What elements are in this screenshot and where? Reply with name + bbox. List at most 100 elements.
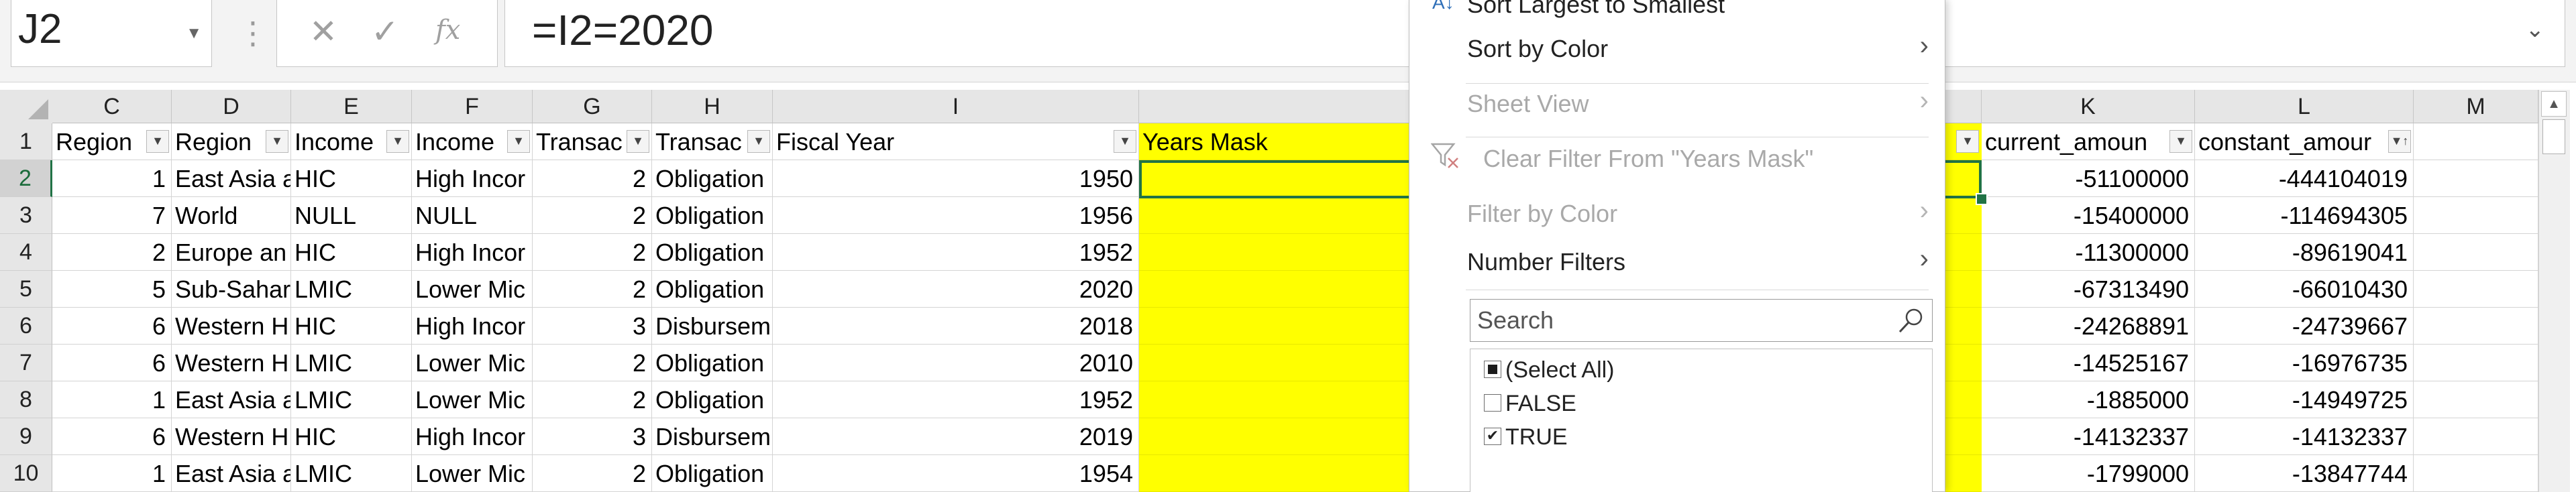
row-header-6[interactable]: 6	[0, 308, 52, 345]
row-header-1[interactable]: 1	[0, 123, 52, 160]
select-all-button[interactable]	[0, 90, 53, 124]
cell-l7[interactable]: -16976735	[2195, 345, 2414, 381]
column-header-m[interactable]: M	[2414, 90, 2538, 123]
cell-d3[interactable]: World	[172, 197, 291, 234]
column-header-g[interactable]: G	[533, 90, 652, 123]
filter-dropdown-icon[interactable]: ▼	[1114, 130, 1136, 153]
cell-h6[interactable]: Disbursem	[652, 308, 773, 345]
cell-i2[interactable]: 1950	[773, 160, 1139, 197]
cell-c7[interactable]: 6	[52, 345, 172, 381]
cell-d6[interactable]: Western H	[172, 308, 291, 345]
cell-h9[interactable]: Disbursem	[652, 418, 773, 455]
cancel-icon[interactable]: ✕	[309, 12, 337, 51]
cell-f5[interactable]: Lower Mic	[412, 271, 533, 308]
cell-k2[interactable]: -51100000	[1982, 160, 2195, 197]
cell-e4[interactable]: HIC	[291, 234, 412, 271]
cell-i4[interactable]: 1952	[773, 234, 1139, 271]
cell-m10[interactable]	[2414, 455, 2538, 492]
row-header-7[interactable]: 7	[0, 345, 52, 381]
cell-h3[interactable]: Obligation	[652, 197, 773, 234]
column-header-l[interactable]: L	[2195, 90, 2414, 123]
cell-e2[interactable]: HIC	[291, 160, 412, 197]
cell-g7[interactable]: 2	[533, 345, 652, 381]
cell-e8[interactable]: LMIC	[291, 381, 412, 418]
cell-i8[interactable]: 1952	[773, 381, 1139, 418]
cell-h2[interactable]: Obligation	[652, 160, 773, 197]
cell-l8[interactable]: -14949725	[2195, 381, 2414, 418]
cell-e10[interactable]: LMIC	[291, 455, 412, 492]
header-cell-d[interactable]: Region ▼	[172, 123, 291, 160]
cell-d4[interactable]: Europe an	[172, 234, 291, 271]
cell-g9[interactable]: 3	[533, 418, 652, 455]
column-header-e[interactable]: E	[291, 90, 412, 123]
cell-c2[interactable]: 1	[52, 160, 172, 197]
menu-sort-by-color[interactable]: Sort by Color	[1467, 35, 1608, 63]
cell-g8[interactable]: 2	[533, 381, 652, 418]
filter-dropdown-icon[interactable]: ▼	[1956, 130, 1979, 153]
cell-f7[interactable]: Lower Mic	[412, 345, 533, 381]
filter-dropdown-icon[interactable]: ▼	[386, 130, 409, 153]
menu-clear-filter[interactable]: Clear Filter From "Years Mask"	[1483, 145, 1813, 173]
cell-h7[interactable]: Obligation	[652, 345, 773, 381]
filter-dropdown-icon[interactable]: ▼	[266, 130, 288, 153]
column-header-k[interactable]: K	[1982, 90, 2195, 123]
cell-g10[interactable]: 2	[533, 455, 652, 492]
cell-c5[interactable]: 5	[52, 271, 172, 308]
column-header-c[interactable]: C	[52, 90, 172, 123]
cell-l5[interactable]: -66010430	[2195, 271, 2414, 308]
cell-m5[interactable]	[2414, 271, 2538, 308]
enter-icon[interactable]: ✓	[371, 12, 399, 51]
menu-sheet-view[interactable]: Sheet View	[1467, 90, 1589, 118]
cell-g3[interactable]: 2	[533, 197, 652, 234]
cell-e9[interactable]: HIC	[291, 418, 412, 455]
row-header-5[interactable]: 5	[0, 271, 52, 308]
cell-d10[interactable]: East Asia a	[172, 455, 291, 492]
header-cell-g[interactable]: Transac ▼	[533, 123, 652, 160]
checkbox-select-all[interactable]	[1484, 361, 1501, 379]
empty-cell[interactable]	[2414, 123, 2538, 160]
filter-dropdown-icon[interactable]: ▼	[2169, 130, 2192, 153]
cell-m8[interactable]	[2414, 381, 2538, 418]
filter-dropdown-icon[interactable]: ▼	[507, 130, 530, 153]
cell-d5[interactable]: Sub-Sahar	[172, 271, 291, 308]
cell-c10[interactable]: 1	[52, 455, 172, 492]
cell-g4[interactable]: 2	[533, 234, 652, 271]
menu-number-filters[interactable]: Number Filters	[1467, 248, 1625, 276]
cell-i10[interactable]: 1954	[773, 455, 1139, 492]
scroll-up-icon[interactable]: ▲	[2541, 91, 2567, 117]
column-header-i[interactable]: I	[773, 90, 1139, 123]
cell-l9[interactable]: -14132337	[2195, 418, 2414, 455]
cell-k6[interactable]: -24268891	[1982, 308, 2195, 345]
name-box[interactable]: J2 ▼	[11, 0, 212, 67]
cell-f4[interactable]: High Incor	[412, 234, 533, 271]
cell-i9[interactable]: 2019	[773, 418, 1139, 455]
cell-f3[interactable]: NULL	[412, 197, 533, 234]
cell-l3[interactable]: -114694305	[2195, 197, 2414, 234]
sort-filter-icon[interactable]: ▼↑	[2388, 130, 2411, 153]
cell-c4[interactable]: 2	[52, 234, 172, 271]
filter-dropdown-icon[interactable]: ▼	[747, 130, 770, 153]
cell-i6[interactable]: 2018	[773, 308, 1139, 345]
cell-f8[interactable]: Lower Mic	[412, 381, 533, 418]
checkbox-true[interactable]: ✔	[1484, 428, 1501, 446]
row-header-8[interactable]: 8	[0, 381, 52, 418]
cell-h10[interactable]: Obligation	[652, 455, 773, 492]
insert-function-icon[interactable]: fx	[435, 15, 460, 46]
cell-k9[interactable]: -14132337	[1982, 418, 2195, 455]
row-header-4[interactable]: 4	[0, 234, 52, 271]
cell-l10[interactable]: -13847744	[2195, 455, 2414, 492]
cell-d2[interactable]: East Asia a	[172, 160, 291, 197]
menu-filter-by-color[interactable]: Filter by Color	[1467, 200, 1617, 228]
cell-l4[interactable]: -89619041	[2195, 234, 2414, 271]
cell-m3[interactable]	[2414, 197, 2538, 234]
option-false[interactable]: FALSE	[1484, 391, 1576, 422]
header-cell-c[interactable]: Region ▼	[52, 123, 172, 160]
cell-h4[interactable]: Obligation	[652, 234, 773, 271]
cell-e3[interactable]: NULL	[291, 197, 412, 234]
header-cell-k[interactable]: current_amoun ▼	[1982, 123, 2195, 160]
cell-l6[interactable]: -24739667	[2195, 308, 2414, 345]
cell-k8[interactable]: -1885000	[1982, 381, 2195, 418]
cell-c9[interactable]: 6	[52, 418, 172, 455]
filter-dropdown-icon[interactable]: ▼	[146, 130, 169, 153]
cell-l2[interactable]: -444104019	[2195, 160, 2414, 197]
